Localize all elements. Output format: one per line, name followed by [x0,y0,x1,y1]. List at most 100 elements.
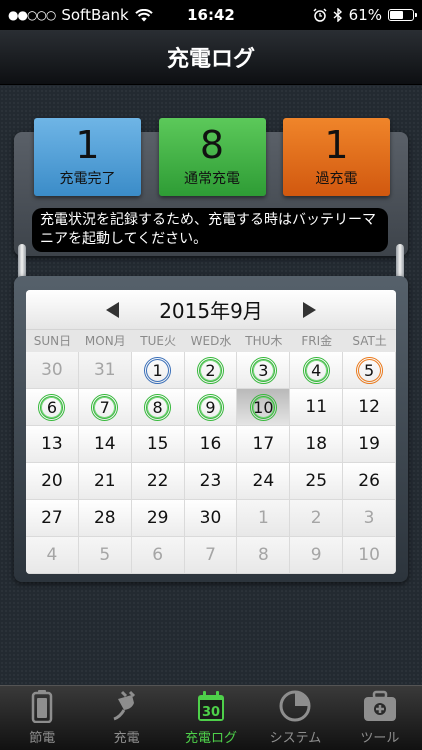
counter-value: 8 [199,123,225,167]
calendar-day[interactable]: 11 [290,389,344,426]
calendar-day[interactable]: 7 [78,389,132,426]
calendar-day[interactable]: 3 [343,500,396,537]
page-title: 充電ログ [166,47,255,72]
calendar-day[interactable]: 16 [184,426,238,463]
weekday-label: SUN日 [33,334,72,348]
navigation-bar: 充電ログ [0,30,422,85]
green-charge-marker: 2 [196,356,224,384]
calendar-day[interactable]: 24 [237,463,291,500]
blue-charge-marker: 1 [144,356,172,384]
tab-label: 充電ログ [185,731,238,746]
calendar-day[interactable]: 28 [78,500,132,537]
calendar-day[interactable]: 30 [184,500,238,537]
calendar-day[interactable]: 23 [184,463,238,500]
calendar-day[interactable]: 8 [237,537,291,574]
calendar-icon: 30 [198,691,225,721]
calendar-day[interactable]: 12 [343,389,396,426]
tab-system[interactable]: システム [253,686,337,750]
calendar-day[interactable]: 6 [26,389,79,426]
calendar-day[interactable]: 4 [290,352,344,389]
calendar-day[interactable]: 10 [237,389,291,426]
weekday-label: WED水 [190,334,232,348]
battery-percent: 61% [348,6,382,24]
previous-month-icon[interactable] [106,301,120,318]
battery-icon [388,9,417,21]
calendar-day[interactable]: 5 [78,537,132,574]
green-charge-marker: 4 [302,356,330,384]
calendar-day[interactable]: 10 [343,537,396,574]
calendar-day[interactable]: 15 [131,426,185,463]
weekday-header: SUN日 MON月 TUE火 WED水 THU木 FRI金 SAT土 [26,330,396,352]
calendar-day[interactable]: 8 [131,389,185,426]
info-note: 充電状況を記録するため、充電する時はバッテリーマニアを起動してください。 [32,208,388,252]
calendar-day[interactable]: 29 [131,500,185,537]
calendar-day[interactable]: 14 [78,426,132,463]
calendar-day[interactable]: 25 [290,463,344,500]
calendar-header: 2015年9月 [26,290,396,330]
weekday-label: THU木 [245,334,283,348]
tab-label: 充電 [113,731,140,746]
calendar-day[interactable]: 2 [184,352,238,389]
calendar-day[interactable]: 13 [26,426,79,463]
toolbox-icon [363,690,396,721]
calendar-grid: 30 31 1 2 3 4 5 6 7 8 9 10 11 12 13 14 15 16 17 18 19 20 21 22 2… [26,352,396,574]
counter-label: 通常充電 [184,171,240,187]
calendar-day[interactable]: 18 [290,426,344,463]
battery-icon [31,690,53,723]
calendar-day[interactable]: 19 [343,426,396,463]
calendar-day[interactable]: 6 [131,537,185,574]
tab-label: システム [269,731,322,746]
weekday-label: MON月 [84,334,126,348]
calendar-day[interactable]: 26 [343,463,396,500]
calendar-day[interactable]: 1 [237,500,291,537]
carrier-name: SoftBank [61,6,129,24]
calendar-day[interactable]: 9 [290,537,344,574]
pie-chart-icon [279,690,311,722]
signal-dots: ●●○○○ [8,8,56,22]
plug-icon [113,690,135,721]
calendar-day[interactable]: 27 [26,500,79,537]
counter-value: 1 [75,123,100,167]
tab-charge-log[interactable]: 30 充電ログ [169,686,253,750]
tab-label: ツール [360,731,400,746]
green-charge-marker: 7 [91,393,119,421]
weekday-label: TUE火 [140,334,176,348]
calendar-day[interactable]: 30 [26,352,79,389]
counter-normal: 8 通常充電 [158,118,266,196]
calendar-day[interactable]: 1 [131,352,185,389]
calendar-icon-day: 30 [202,705,220,720]
tab-power-saving[interactable]: 節電 [0,686,84,750]
calendar-day[interactable]: 5 [343,352,396,389]
calendar-day[interactable]: 22 [131,463,185,500]
calendar: 2015年9月 SUN日 MON月 TUE火 WED水 THU木 FRI金 SAT土 30 3… [26,290,396,574]
tab-label: 節電 [29,731,56,746]
tab-charge[interactable]: 充電 [84,686,168,750]
calendar-day[interactable]: 7 [184,537,238,574]
tab-tools[interactable]: ツール [338,686,422,750]
green-charge-marker: 9 [196,393,224,421]
calendar-day[interactable]: 4 [26,537,79,574]
alarm-icon [313,8,327,22]
green-charge-marker: 6 [38,393,66,421]
counter-row: 1 充電完了 8 通常充電 1 過充電 [20,118,390,202]
calendar-day[interactable]: 3 [237,352,291,389]
counter-label: 充電完了 [59,171,116,187]
status-bar: ●●○○○ SoftBank 16:42 61% [0,0,422,30]
calendar-day[interactable]: 17 [237,426,291,463]
calendar-day[interactable]: 9 [184,389,238,426]
next-month-icon[interactable] [302,301,316,318]
green-charge-marker: 3 [249,356,277,384]
counter-complete: 1 充電完了 [34,118,141,196]
tab-bar: 節電 充電 30 充電ログ システム ツール [0,685,422,750]
wifi-icon [134,8,153,21]
weekday-label: FRI金 [301,334,333,348]
weekday-label: SAT土 [352,334,387,348]
green-charge-marker: 8 [144,393,172,421]
calendar-day[interactable]: 31 [78,352,132,389]
calendar-day[interactable]: 2 [290,500,344,537]
green-charge-marker: 10 [249,393,277,421]
calendar-day[interactable]: 21 [78,463,132,500]
counter-overcharge: 1 過充電 [283,118,390,196]
calendar-month: 2015年9月 [159,299,263,323]
calendar-day[interactable]: 20 [26,463,79,500]
